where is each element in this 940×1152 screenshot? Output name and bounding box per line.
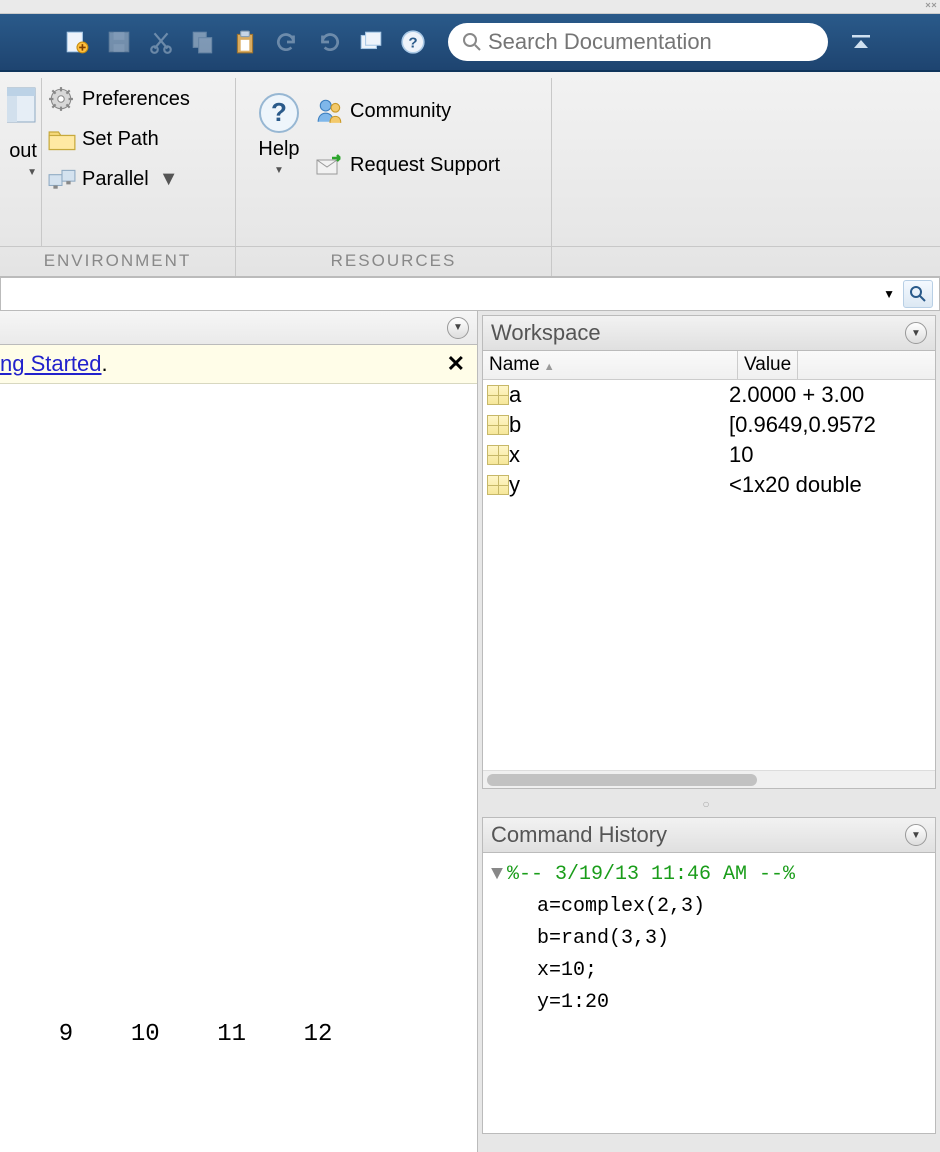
ribbon-section-environment: ENVIRONMENT [0, 247, 236, 276]
variable-icon [487, 385, 509, 405]
workspace-panel: Workspace ▼ Name▲ Value a 2.0000 + 3.00 [482, 315, 936, 789]
variable-icon [487, 475, 509, 495]
horizontal-scrollbar[interactable] [483, 770, 935, 788]
panel-menu-button[interactable]: ▼ [905, 322, 927, 344]
variable-value: 10 [729, 442, 753, 468]
banner-suffix: . [102, 351, 108, 376]
request-support-label: Request Support [350, 154, 500, 177]
layout-button[interactable]: out ▼ [7, 82, 37, 182]
workspace-row[interactable]: a 2.0000 + 3.00 [483, 380, 935, 410]
svg-text:?: ? [408, 34, 417, 51]
copy-button[interactable] [186, 25, 220, 59]
variable-value: <1x20 double [729, 472, 862, 498]
layout-label: out [9, 140, 37, 163]
set-path-button[interactable]: Set Path [48, 126, 159, 152]
ribbon-section-resources: RESOURCES [236, 247, 552, 276]
variable-name: a [509, 382, 729, 408]
history-timestamp: %-- 3/19/13 11:46 AM --% [507, 863, 795, 886]
dropdown-icon: ▼ [27, 167, 37, 178]
parallel-icon [48, 166, 76, 192]
panel-resize-handle[interactable]: ○ [482, 797, 936, 809]
workspace-row[interactable]: y <1x20 double [483, 470, 935, 500]
window-titlebar [0, 0, 940, 14]
variable-value: [0.9649,0.9572 [729, 412, 876, 438]
search-icon [462, 32, 482, 52]
new-script-button[interactable] [60, 25, 94, 59]
community-label: Community [350, 100, 451, 123]
workspace-title: Workspace [491, 320, 601, 346]
variable-name: b [509, 412, 729, 438]
column-value-header[interactable]: Value [738, 351, 798, 379]
variable-name: x [509, 442, 729, 468]
command-history-panel: Command History ▼ ▼%-- 3/19/13 11:46 AM … [482, 817, 936, 1134]
panel-menu-button[interactable]: ▼ [447, 317, 469, 339]
variable-icon [487, 415, 509, 435]
current-folder-bar[interactable]: ▼ [0, 277, 940, 311]
close-banner-button[interactable]: ✕ [447, 351, 465, 377]
dropdown-icon: ▼ [159, 168, 179, 191]
search-input[interactable] [488, 29, 814, 55]
history-command[interactable]: b=rand(3,3) [491, 923, 927, 955]
paste-button[interactable] [228, 25, 262, 59]
cut-button[interactable] [144, 25, 178, 59]
command-window-header: ▼ [0, 311, 477, 345]
windows-button[interactable] [354, 25, 388, 59]
svg-text:?: ? [271, 97, 287, 127]
command-window-pane: ▼ ng Started. ✕ 9 10 11 12 [0, 311, 478, 1152]
browse-folder-button[interactable] [903, 280, 933, 308]
preferences-button[interactable]: Preferences [48, 86, 190, 112]
getting-started-banner: ng Started. ✕ [0, 345, 477, 384]
command-history-title: Command History [491, 822, 667, 848]
redo-button[interactable] [312, 25, 346, 59]
workspace-row[interactable]: x 10 [483, 440, 935, 470]
help-button[interactable]: ? [396, 25, 430, 59]
resize-corner-icon[interactable] [924, 1, 938, 13]
parallel-label: Parallel [82, 168, 149, 191]
history-command[interactable]: x=10; [491, 955, 927, 987]
command-output-numbers: 9 10 11 12 [30, 1021, 332, 1048]
documentation-search[interactable] [448, 23, 828, 61]
ribbon: out ▼ Preferences Set Path [0, 72, 940, 277]
folder-icon [48, 126, 76, 152]
variable-name: y [509, 472, 729, 498]
command-history-list[interactable]: ▼%-- 3/19/13 11:46 AM --% a=complex(2,3)… [483, 853, 935, 1133]
collapse-ribbon-button[interactable] [846, 27, 876, 57]
workspace-variable-list[interactable]: a 2.0000 + 3.00 b [0.9649,0.9572 x 10 y … [483, 380, 935, 770]
dropdown-icon[interactable]: ▼ [883, 287, 895, 301]
community-button[interactable]: Community [316, 98, 500, 124]
gear-icon [48, 86, 76, 112]
getting-started-link[interactable]: ng Started [0, 351, 102, 376]
help-ribbon-button[interactable]: ? Help ▼ [246, 88, 312, 180]
envelope-arrow-icon [316, 152, 344, 178]
workspace-columns[interactable]: Name▲ Value [483, 351, 935, 380]
undo-button[interactable] [270, 25, 304, 59]
community-icon [316, 98, 344, 124]
dropdown-icon: ▼ [274, 165, 284, 176]
workspace-row[interactable]: b [0.9649,0.9572 [483, 410, 935, 440]
help-label: Help [258, 138, 299, 161]
save-button[interactable] [102, 25, 136, 59]
panel-menu-button[interactable]: ▼ [905, 824, 927, 846]
column-name-header[interactable]: Name▲ [483, 351, 738, 379]
variable-value: 2.0000 + 3.00 [729, 382, 864, 408]
preferences-label: Preferences [82, 88, 190, 111]
history-command[interactable]: a=complex(2,3) [491, 891, 927, 923]
variable-icon [487, 445, 509, 465]
command-window-body[interactable]: 9 10 11 12 [0, 384, 477, 1152]
parallel-button[interactable]: Parallel ▼ [48, 166, 179, 192]
quick-access-toolbar: ? [0, 14, 940, 72]
history-command[interactable]: y=1:20 [491, 987, 927, 1019]
collapse-caret-icon[interactable]: ▼ [491, 863, 503, 886]
scrollbar-thumb[interactable] [487, 774, 757, 786]
request-support-button[interactable]: Request Support [316, 152, 500, 178]
sort-asc-icon: ▲ [544, 361, 555, 373]
set-path-label: Set Path [82, 128, 159, 151]
